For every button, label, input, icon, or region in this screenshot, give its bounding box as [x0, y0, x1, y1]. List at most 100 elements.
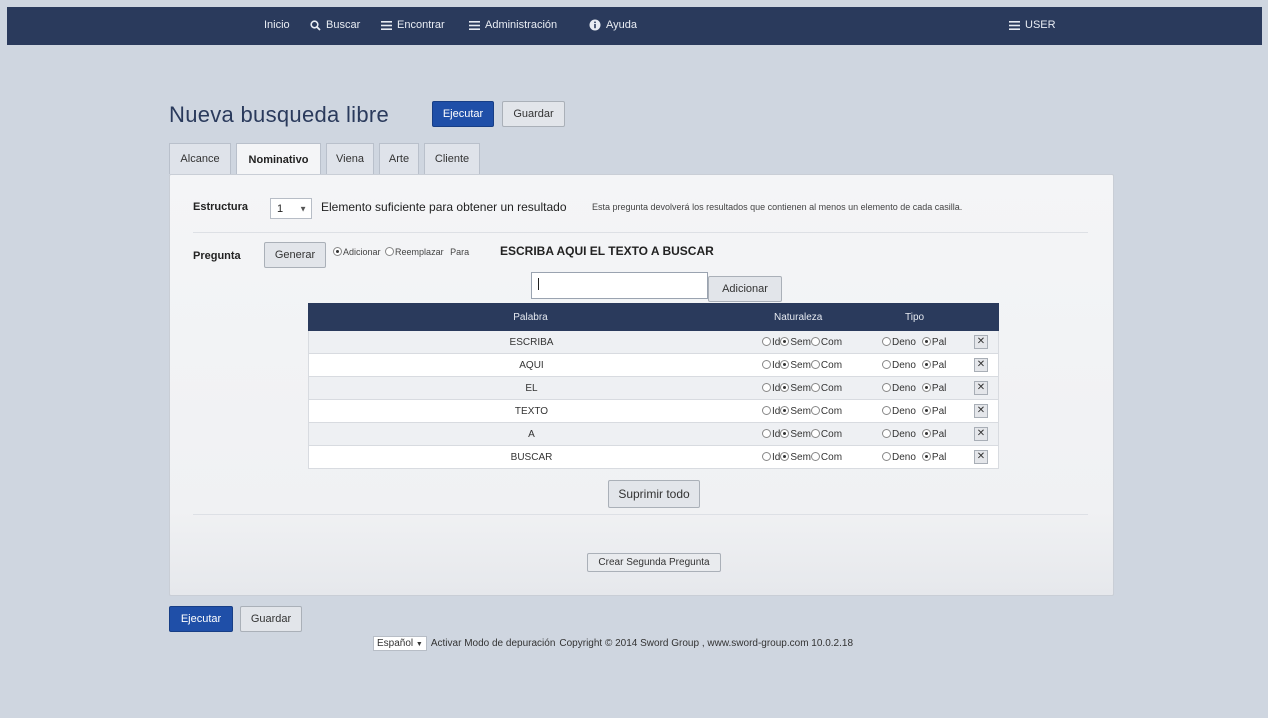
table-row: TEXTO Id Sem Com Deno Pal ✕	[308, 400, 999, 423]
column-header-palabra: Palabra	[513, 312, 548, 323]
tipo-radio-deno[interactable]	[882, 337, 891, 346]
naturaleza-radio-sem[interactable]	[780, 337, 790, 346]
tipo-radio-pal[interactable]	[921, 360, 931, 369]
estructura-select[interactable]: 1 ▼	[270, 198, 312, 219]
remove-row-button[interactable]: ✕	[974, 335, 988, 349]
column-header-naturaleza: Naturaleza	[774, 312, 823, 323]
ejecutar-button[interactable]: Ejecutar	[432, 101, 494, 127]
tipo-radio-deno-label: Deno	[892, 452, 916, 463]
table-row: A Id Sem Com Deno Pal ✕	[308, 423, 999, 446]
naturaleza-radio-id-label: Id	[772, 360, 781, 371]
naturaleza-radio-sem-label: Sem	[790, 406, 811, 417]
menu-icon	[1009, 20, 1020, 30]
naturaleza-radio-sem-label: Sem	[790, 360, 811, 371]
naturaleza-radio-id[interactable]	[762, 337, 771, 346]
word-table: Palabra Naturaleza Tipo ESCRIBA Id Sem Com D…	[308, 303, 999, 469]
estructura-note: Esta pregunta devolverá los resultados q…	[592, 202, 963, 212]
tipo-radio-pal[interactable]	[921, 429, 931, 438]
naturaleza-radio-id-label: Id	[772, 337, 781, 348]
tipo-radio-deno[interactable]	[882, 360, 891, 369]
remove-row-button[interactable]: ✕	[974, 358, 988, 372]
naturaleza-radio-sem[interactable]	[780, 383, 790, 392]
remove-row-button[interactable]: ✕	[974, 450, 988, 464]
nav-ayuda[interactable]: Ayuda	[589, 19, 637, 31]
naturaleza-radio-sem[interactable]	[780, 452, 790, 461]
remove-row-button[interactable]: ✕	[974, 381, 988, 395]
nav-buscar[interactable]: Buscar	[310, 19, 360, 31]
nav-administracion[interactable]: Administración	[469, 19, 557, 31]
tipo-radio-deno[interactable]	[882, 429, 891, 438]
chevron-down-icon: ▼	[415, 641, 423, 648]
copyright-text: Copyright © 2014 Sword Group , www.sword…	[559, 638, 854, 649]
estructura-label: Estructura	[193, 201, 249, 213]
estructura-select-value: 1	[277, 202, 284, 215]
close-icon: ✕	[976, 405, 986, 416]
naturaleza-radio-id-label: Id	[772, 429, 781, 440]
naturaleza-radio-group: Id Sem Com	[762, 452, 842, 463]
tab-arte[interactable]: Arte	[379, 143, 419, 174]
close-icon: ✕	[976, 336, 986, 347]
table-header: Palabra Naturaleza Tipo	[308, 303, 999, 331]
debug-mode-link[interactable]: Activar Modo de depuración	[431, 638, 556, 649]
nav-inicio[interactable]: Inicio	[264, 19, 290, 31]
naturaleza-radio-com[interactable]	[810, 337, 820, 346]
table-row: BUSCAR Id Sem Com Deno Pal ✕	[308, 446, 999, 469]
naturaleza-radio-com[interactable]	[810, 452, 820, 461]
remove-row-button[interactable]: ✕	[974, 404, 988, 418]
reemplazar-radio[interactable]	[385, 247, 395, 256]
tab-nominativo[interactable]: Nominativo	[236, 143, 321, 175]
remove-row-button[interactable]: ✕	[974, 427, 988, 441]
word-input[interactable]	[531, 272, 708, 299]
crear-segunda-pregunta-button[interactable]: Crear Segunda Pregunta	[587, 553, 721, 572]
naturaleza-radio-com[interactable]	[810, 383, 820, 392]
naturaleza-radio-com[interactable]	[810, 406, 820, 415]
naturaleza-radio-com-label: Com	[820, 452, 843, 463]
naturaleza-radio-com[interactable]	[810, 360, 820, 369]
tipo-radio-pal[interactable]	[921, 383, 931, 392]
language-select[interactable]: Español ▼	[373, 636, 427, 651]
tipo-radio-deno[interactable]	[882, 452, 891, 461]
menu-icon	[381, 20, 392, 30]
tipo-radio-deno[interactable]	[882, 383, 891, 392]
top-nav-bar: Inicio Buscar Encontrar Administración A…	[7, 7, 1262, 45]
naturaleza-radio-id[interactable]	[762, 406, 771, 415]
footer: Español ▼ Activar Modo de depuración Cop…	[373, 636, 853, 651]
nav-encontrar[interactable]: Encontrar	[381, 19, 445, 31]
adicionar-button[interactable]: Adicionar	[708, 276, 782, 302]
generar-button[interactable]: Generar	[264, 242, 326, 268]
tab-cliente[interactable]: Cliente	[424, 143, 480, 174]
page-title: Nueva busqueda libre	[169, 102, 390, 127]
guardar-button[interactable]: Guardar	[502, 101, 565, 127]
tipo-radio-pal[interactable]	[921, 406, 931, 415]
adicionar-radio[interactable]	[333, 247, 342, 256]
naturaleza-radio-sem[interactable]	[780, 360, 790, 369]
naturaleza-radio-sem[interactable]	[780, 406, 790, 415]
para-label: Para	[450, 247, 470, 257]
naturaleza-radio-id[interactable]	[762, 360, 771, 369]
tab-viena[interactable]: Viena	[326, 143, 374, 174]
bottom-ejecutar-button[interactable]: Ejecutar	[169, 606, 233, 632]
row-word: A	[528, 429, 535, 440]
naturaleza-radio-group: Id Sem Com	[762, 406, 842, 417]
nav-user-menu[interactable]: USER	[1009, 19, 1056, 31]
table-row: AQUI Id Sem Com Deno Pal ✕	[308, 354, 999, 377]
tab-alcance[interactable]: Alcance	[169, 143, 231, 174]
tipo-radio-pal-label: Pal	[931, 429, 947, 440]
bottom-guardar-button[interactable]: Guardar	[240, 606, 302, 632]
naturaleza-radio-group: Id Sem Com	[762, 360, 842, 371]
suprimir-todo-button[interactable]: Suprimir todo	[608, 480, 700, 508]
naturaleza-radio-id[interactable]	[762, 383, 771, 392]
tipo-radio-pal[interactable]	[921, 452, 931, 461]
table-row: EL Id Sem Com Deno Pal ✕	[308, 377, 999, 400]
tipo-radio-pal-label: Pal	[931, 337, 947, 348]
reemplazar-radio-label: Reemplazar	[395, 247, 444, 257]
search-icon	[310, 19, 321, 31]
tipo-radio-pal[interactable]	[921, 337, 931, 346]
tipo-radio-deno[interactable]	[882, 406, 891, 415]
naturaleza-radio-com[interactable]	[810, 429, 820, 438]
naturaleza-radio-sem[interactable]	[780, 429, 790, 438]
divider	[193, 232, 1088, 233]
naturaleza-radio-id[interactable]	[762, 429, 771, 438]
naturaleza-radio-com-label: Com	[820, 383, 843, 394]
naturaleza-radio-id[interactable]	[762, 452, 771, 461]
